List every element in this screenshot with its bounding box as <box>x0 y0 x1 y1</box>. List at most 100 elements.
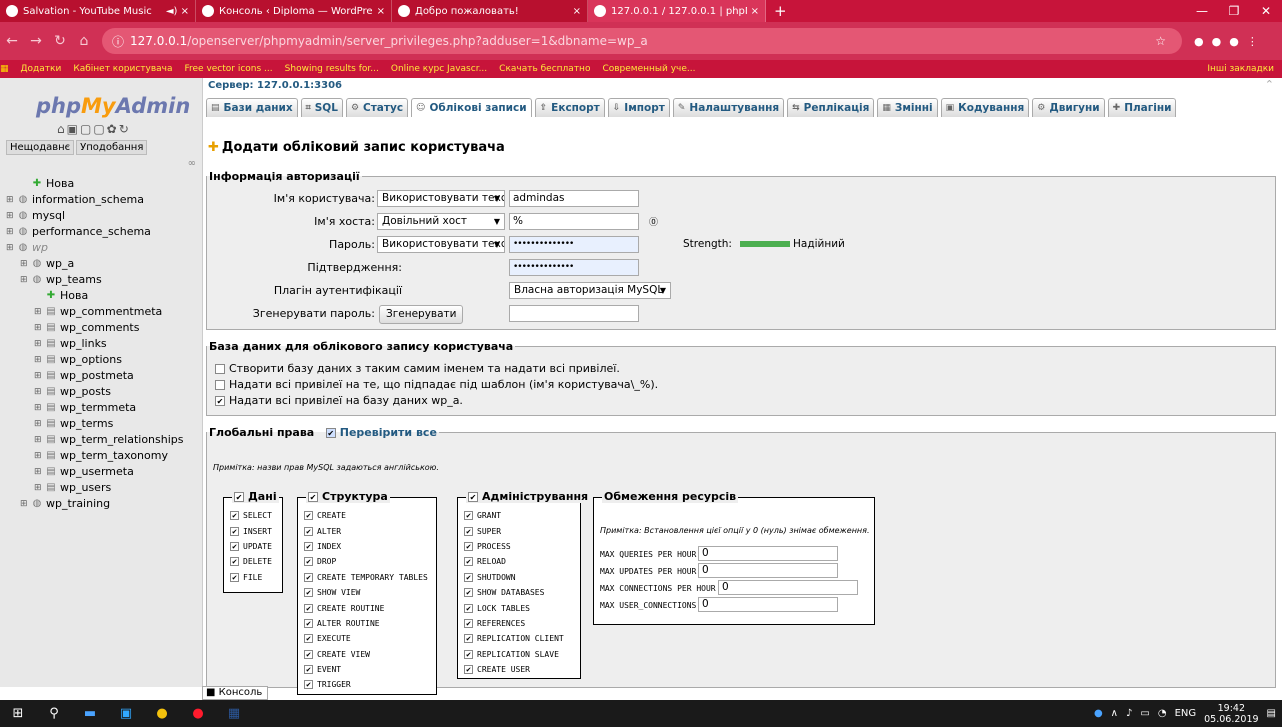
menu-icon[interactable]: ⋮ <box>1247 35 1258 48</box>
tree-item-table[interactable]: ⊞ ▤ wp_term_relationships <box>6 432 184 448</box>
checkbox-checked[interactable]: ✔ <box>230 526 239 536</box>
word-icon[interactable]: ▦ <box>216 706 252 721</box>
confirm-input[interactable]: •••••••••••••• <box>509 259 639 276</box>
grant-db-option[interactable]: ✔ Надати всі привілеї на базу даних wp_a. <box>215 393 463 408</box>
password-mode-select[interactable]: Використовувати текс ▼ <box>377 236 505 253</box>
search-icon[interactable]: ⚲ <box>36 706 72 721</box>
checkbox-checked[interactable]: ✔ <box>304 665 313 675</box>
checkbox-checked[interactable]: ✔ <box>304 511 313 521</box>
checkbox-checked[interactable]: ✔ <box>304 541 313 551</box>
checkbox-checked[interactable]: ✔ <box>304 680 313 690</box>
privilege-checkbox[interactable]: ✔ FILE <box>230 570 272 585</box>
opera-icon[interactable]: ● <box>180 706 216 721</box>
tree-item-table[interactable]: ⊞ ▤ wp_terms <box>6 416 184 432</box>
data-legend[interactable]: ✔ Дані <box>232 490 279 503</box>
checkbox-checked[interactable]: ✔ <box>464 618 473 628</box>
privilege-checkbox[interactable]: ✔ GRANT <box>464 508 564 523</box>
check-all-checkbox[interactable]: ✔ <box>325 428 336 438</box>
console-tab[interactable]: ■ Консоль <box>202 686 268 700</box>
checkbox-checked[interactable]: ✔ <box>230 541 239 551</box>
check-all-label[interactable]: Перевірити все <box>340 426 437 439</box>
create-db-option[interactable]: Створити базу даних з таким самим іменем… <box>215 361 620 376</box>
browser-tab[interactable]: Salvation - YouTube Music ◄) × <box>0 0 196 22</box>
browser-tab[interactable]: Добро пожаловать! × <box>392 0 588 22</box>
expand-icon[interactable]: ⊞ <box>20 256 30 272</box>
collapse-icon[interactable]: ⌃ <box>1265 78 1274 91</box>
menu-tab[interactable]: ▦ Змінні <box>877 98 938 117</box>
tree-item-db[interactable]: ⊞ ◍ mysql <box>6 208 184 224</box>
menu-tab[interactable]: ✎ Налаштування <box>672 98 785 117</box>
bookmark[interactable]: Скачать бесплатно <box>499 64 590 74</box>
admin-legend[interactable]: ✔ Адміністрування <box>466 490 591 503</box>
expand-icon[interactable]: ⊞ <box>20 272 30 288</box>
username-input[interactable]: admindas <box>509 190 639 207</box>
privilege-checkbox[interactable]: ✔ ALTER <box>304 523 428 538</box>
expand-icon[interactable]: ⊞ <box>34 320 44 336</box>
extension-icon[interactable]: ● <box>1194 35 1204 48</box>
tree-item-table[interactable]: ⊞ ▤ wp_termmeta <box>6 400 184 416</box>
menu-tab[interactable]: ⚙ Статус <box>345 98 409 117</box>
tree-item-db[interactable]: ⊞ ◍ information_schema <box>6 192 184 208</box>
forward-icon[interactable]: → <box>24 33 48 49</box>
link-icon[interactable]: ∞ <box>188 158 196 169</box>
checkbox-checked[interactable]: ✔ <box>464 603 473 613</box>
privilege-checkbox[interactable]: ✔ SHUTDOWN <box>464 570 564 585</box>
privilege-checkbox[interactable]: ✔ LOCK TABLES <box>464 600 564 615</box>
apps-icon[interactable]: ▦ <box>0 64 9 74</box>
maximize-button[interactable]: ❐ <box>1218 0 1250 22</box>
browser-tab[interactable]: Консоль ‹ Diploma — WordPress × <box>196 0 392 22</box>
start-icon[interactable]: ⊞ <box>0 706 36 721</box>
tree-item-table[interactable]: ⊞ ▤ wp_term_taxonomy <box>6 448 184 464</box>
privilege-checkbox[interactable]: ✔ DELETE <box>230 554 272 569</box>
checkbox-checked[interactable]: ✔ <box>304 572 313 582</box>
volume-icon[interactable]: ♪ <box>1126 708 1132 719</box>
profile-icon[interactable]: ● <box>1229 35 1239 48</box>
tree-item-db[interactable]: ⊞ ◍ wp_a <box>6 256 184 272</box>
menu-tab[interactable]: ✚ Плагіни <box>1107 98 1177 117</box>
menu-tab[interactable]: ⌗ SQL <box>300 98 343 117</box>
tree-item-table[interactable]: ⊞ ▤ wp_commentmeta <box>6 304 184 320</box>
privilege-checkbox[interactable]: ✔ REFERENCES <box>464 616 564 631</box>
settings-icon[interactable]: ✿ <box>107 122 117 136</box>
checkbox-checked[interactable]: ✔ <box>304 526 313 536</box>
phpmyadmin-logo[interactable]: phpMyAdmin <box>36 94 202 118</box>
privilege-checkbox[interactable]: ✔ ALTER ROUTINE <box>304 616 428 631</box>
expand-icon[interactable]: ⊞ <box>34 432 44 448</box>
menu-tab[interactable]: ☺ Облікові записи <box>411 98 532 117</box>
expand-icon[interactable]: ⊞ <box>34 416 44 432</box>
resource-input[interactable]: 0 <box>698 546 838 561</box>
checkbox-checked[interactable]: ✔ <box>230 511 239 521</box>
home-icon[interactable]: ⌂ <box>72 33 96 49</box>
privilege-checkbox[interactable]: ✔ DROP <box>304 554 428 569</box>
privilege-checkbox[interactable]: ✔ CREATE TEMPORARY TABLES <box>304 570 428 585</box>
privilege-checkbox[interactable]: ✔ INDEX <box>304 539 428 554</box>
tree-item-table[interactable]: ⊞ ▤ wp_links <box>6 336 184 352</box>
close-tab-icon[interactable]: × <box>751 6 759 17</box>
checkbox-checked[interactable]: ✔ <box>230 557 239 567</box>
photoshop-icon[interactable]: ▣ <box>108 706 144 721</box>
auth-plugin-select[interactable]: Власна авторизація MySQL ▼ <box>509 282 671 299</box>
breadcrumb[interactable]: Сервер: 127.0.0.1:3306 <box>204 78 1282 94</box>
generated-password-input[interactable] <box>509 305 639 322</box>
privilege-checkbox[interactable]: ✔ SHOW DATABASES <box>464 585 564 600</box>
checkbox-checked[interactable]: ✔ <box>464 665 473 675</box>
menu-tab[interactable]: ⚙ Двигуни <box>1032 98 1105 117</box>
tree-item-table[interactable]: ⊞ ▤ wp_options <box>6 352 184 368</box>
expand-icon[interactable]: ⊞ <box>34 352 44 368</box>
bookmark[interactable]: Showing results for... <box>285 64 379 74</box>
menu-tab[interactable]: ▣ Кодування <box>940 98 1030 117</box>
extension-icon[interactable]: ● <box>1212 35 1222 48</box>
expand-icon[interactable]: ⊞ <box>34 304 44 320</box>
resource-input[interactable]: 0 <box>698 597 838 612</box>
privilege-checkbox[interactable]: ✔ CREATE USER <box>464 662 564 677</box>
privilege-checkbox[interactable]: ✔ TRIGGER <box>304 677 428 692</box>
wifi-icon[interactable]: ◔ <box>1158 708 1167 719</box>
tree-item-table[interactable]: ⊞ ▤ wp_comments <box>6 320 184 336</box>
generate-button[interactable]: Згенерувати <box>379 305 464 324</box>
expand-icon[interactable]: ⊞ <box>34 464 44 480</box>
tree-item-db[interactable]: ⊞ ◍ wp_training <box>6 496 184 512</box>
home-icon[interactable]: ⌂ <box>57 122 65 136</box>
tree-item-table[interactable]: ⊞ ▤ wp_usermeta <box>6 464 184 480</box>
tree-item-new[interactable]: ✚ Нова <box>6 176 184 192</box>
checkbox-checked[interactable]: ✔ <box>304 588 313 598</box>
